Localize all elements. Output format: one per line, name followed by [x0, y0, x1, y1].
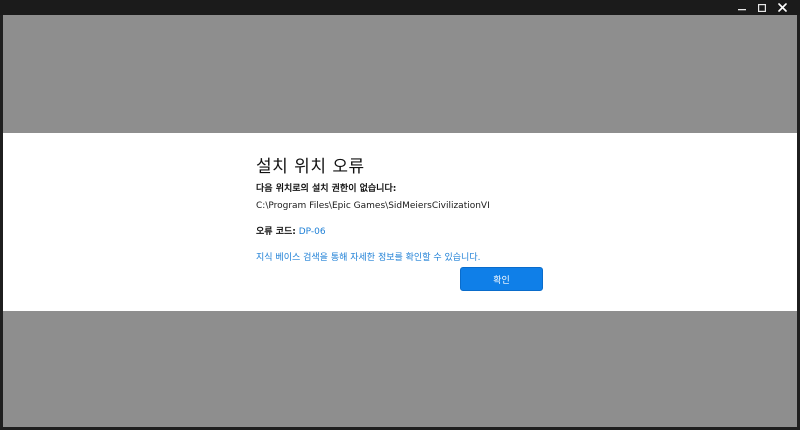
- knowledge-base-link[interactable]: 지식 베이스 검색을 통해 자세한 정보를 확인할 수 있습니다.: [256, 250, 480, 263]
- window-controls: [732, 0, 792, 15]
- error-code-line: 오류 코드: DP-06: [256, 224, 326, 237]
- close-icon: [777, 3, 787, 12]
- title-bar: [0, 0, 800, 15]
- install-path: C:\Program Files\Epic Games\SidMeiersCiv…: [256, 201, 490, 211]
- minimize-icon: [738, 8, 746, 10]
- maximize-icon: [758, 3, 766, 12]
- dialog-title: 설치 위치 오류: [256, 157, 365, 177]
- confirm-button-label: 확인: [493, 275, 510, 286]
- error-code-value[interactable]: DP-06: [299, 227, 326, 237]
- app-window: 설치 위치 오류 다음 위치로의 설치 권한이 없습니다: C:\Program…: [0, 0, 800, 430]
- close-button[interactable]: [772, 0, 792, 15]
- dialog-message: 다음 위치로의 설치 권한이 없습니다:: [256, 184, 397, 194]
- error-dialog: 설치 위치 오류 다음 위치로의 설치 권한이 없습니다: C:\Program…: [256, 133, 546, 311]
- error-code-label: 오류 코드:: [256, 227, 296, 237]
- minimize-button[interactable]: [732, 0, 752, 15]
- maximize-button[interactable]: [752, 0, 772, 15]
- dialog-band: 설치 위치 오류 다음 위치로의 설치 권한이 없습니다: C:\Program…: [3, 133, 797, 311]
- confirm-button[interactable]: 확인: [460, 267, 543, 291]
